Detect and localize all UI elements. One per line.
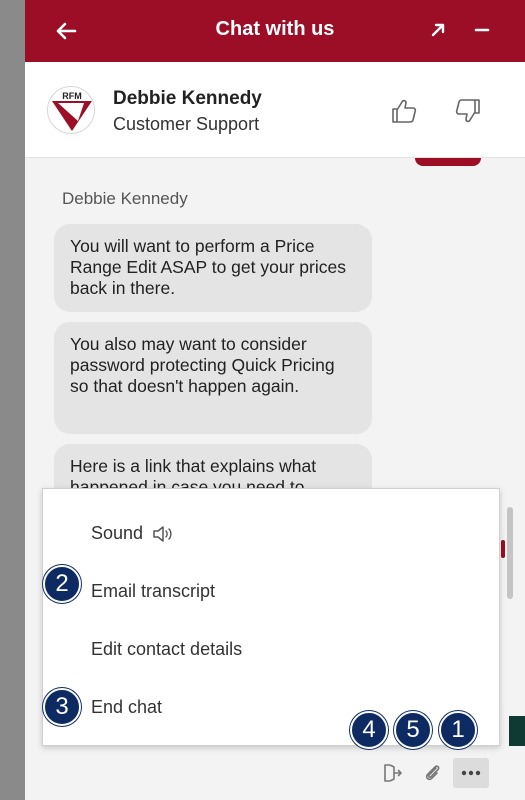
annotation-badge-email: 2 — [43, 565, 81, 603]
exit-chat-icon[interactable] — [379, 760, 405, 786]
menu-item-edit-contact-details[interactable]: Edit contact details — [91, 639, 242, 660]
menu-item-label: Edit contact details — [91, 639, 243, 659]
pop-out-icon[interactable] — [425, 17, 451, 43]
send-button-edge — [509, 716, 525, 746]
hidden-message-edge — [501, 540, 505, 558]
menu-item-label: Sound — [91, 523, 144, 543]
agent-message: You will want to perform a Price Range E… — [54, 224, 372, 312]
annotation-badge-more: 1 — [439, 711, 477, 749]
menu-item-label: End chat — [91, 697, 163, 717]
thumbs-down-icon[interactable] — [453, 96, 483, 126]
agent-name: Debbie Kennedy — [113, 88, 262, 109]
agent-message: You also may want to consider password p… — [54, 322, 372, 434]
minimize-icon[interactable] — [469, 17, 495, 43]
more-options-icon[interactable] — [453, 758, 489, 788]
paperclip-icon[interactable] — [419, 760, 445, 786]
avatar-logo-text: RFM — [62, 91, 82, 101]
menu-item-email-transcript[interactable]: Email transcript — [91, 581, 215, 602]
annotation-badge-attach: 5 — [394, 711, 432, 749]
menu-item-label: Email transcript — [91, 581, 216, 601]
agent-info-bar: RFM Debbie Kennedy Customer Support — [25, 62, 525, 158]
previous-user-message-edge — [415, 158, 481, 166]
menu-item-sound[interactable]: Sound — [91, 523, 175, 544]
chat-widget: Chat with us RFM Debbie Kennedy Customer… — [25, 0, 525, 800]
chat-header: Chat with us — [25, 0, 525, 62]
agent-avatar: RFM — [47, 86, 95, 134]
menu-scrollbar[interactable] — [507, 507, 513, 599]
message-sender-name: Debbie Kennedy — [62, 189, 188, 208]
agent-role: Customer Support — [113, 114, 260, 134]
thumbs-up-icon[interactable] — [389, 96, 419, 126]
options-menu: Sound Email transcript Edit contact deta… — [42, 488, 513, 746]
annotation-badge-exit: 4 — [350, 711, 388, 749]
speaker-icon — [151, 524, 175, 544]
page-background-strip — [0, 0, 25, 800]
annotation-badge-end-chat: 3 — [43, 688, 81, 726]
menu-item-end-chat[interactable]: End chat — [91, 697, 162, 718]
